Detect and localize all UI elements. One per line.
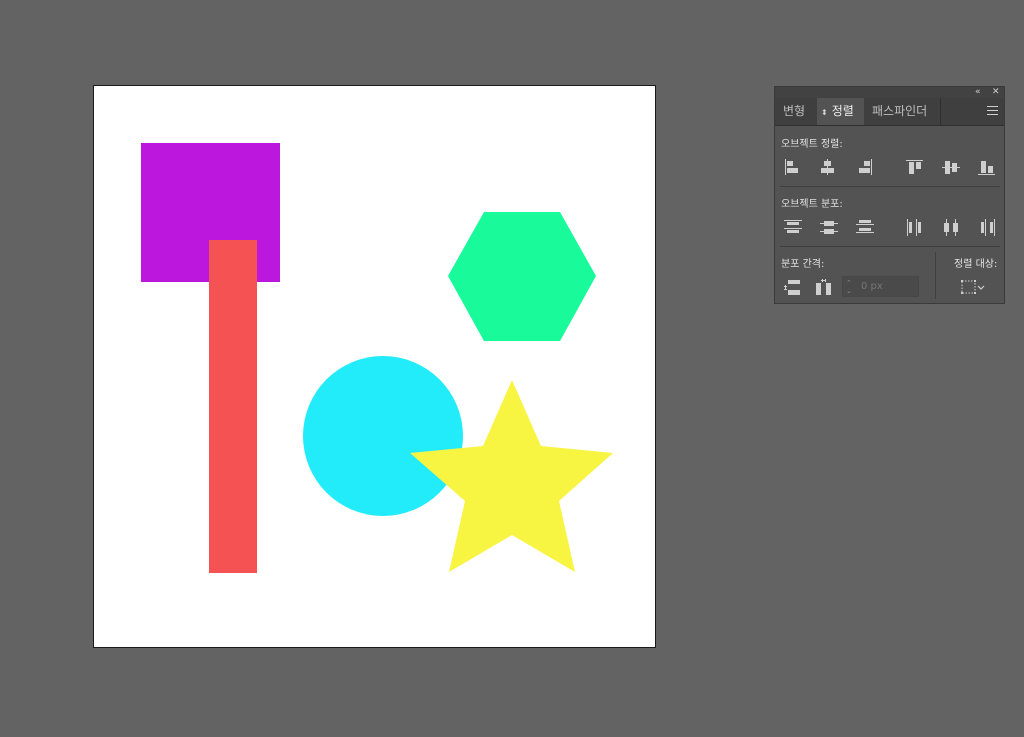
artboard-shapes: [141, 143, 613, 573]
section-divider: [780, 186, 1000, 187]
distribute-left-button[interactable]: [904, 217, 926, 237]
align-panel: « ✕ 변형 ⬍ 정렬 패스파인더 오브젝트 정렬: 오브젝트 분포: 분포 간…: [774, 86, 1005, 304]
align-to-selection-dropdown[interactable]: [959, 277, 987, 297]
horizontal-spacing-icon: [816, 279, 831, 295]
artboard[interactable]: [93, 85, 656, 648]
stepper-arrows-icon[interactable]: ⌃ ⌄: [846, 279, 852, 295]
distribute-bottom-icon: [856, 220, 874, 233]
align-to-selection-icon: [961, 280, 985, 294]
tab-pathfinder[interactable]: 패스파인더: [864, 98, 941, 125]
distribute-bottom-button[interactable]: [854, 217, 876, 237]
align-bottom-button[interactable]: [976, 157, 998, 177]
align-bottom-icon: [978, 161, 995, 175]
close-icon[interactable]: ✕: [992, 87, 1000, 98]
spacing-input[interactable]: [861, 279, 915, 294]
distribute-top-icon: [784, 220, 802, 233]
collapse-icon[interactable]: «: [975, 87, 981, 98]
vertical-spacing-icon: [784, 280, 800, 295]
distribute-vcenter-icon: [820, 221, 838, 234]
align-vcenter-icon: [942, 161, 960, 174]
panel-menu-icon[interactable]: [987, 106, 998, 115]
distribute-hspacing-button[interactable]: [813, 277, 835, 297]
distribute-objects-label: 오브젝트 분포:: [781, 199, 843, 210]
panel-title-bar: « ✕: [775, 87, 1004, 98]
panel-tabs: 변형 ⬍ 정렬 패스파인더: [775, 98, 1004, 126]
distribute-spacing-label: 분포 간격:: [781, 259, 825, 270]
distribute-top-button[interactable]: [782, 217, 804, 237]
distribute-left-icon: [907, 219, 921, 236]
distribute-right-icon: [981, 219, 995, 236]
align-right-icon: [859, 159, 872, 175]
align-left-button[interactable]: [782, 157, 804, 177]
red-bar[interactable]: [209, 240, 257, 573]
section-divider: [780, 246, 1000, 247]
align-to-label: 정렬 대상:: [954, 259, 998, 270]
green-hexagon[interactable]: [448, 212, 596, 341]
align-vcenter-button[interactable]: [940, 157, 962, 177]
align-hcenter-button[interactable]: [817, 157, 839, 177]
align-objects-label: 오브젝트 정렬:: [781, 139, 843, 150]
align-right-button[interactable]: [854, 157, 876, 177]
distribute-vspacing-button[interactable]: [782, 277, 804, 297]
spacing-stepper[interactable]: ⌃ ⌄: [842, 276, 919, 297]
distribute-right-button[interactable]: [976, 217, 998, 237]
align-top-button[interactable]: [904, 157, 926, 177]
tab-transform[interactable]: 변형: [775, 98, 817, 125]
align-hcenter-icon: [821, 159, 834, 175]
section-vdivider: [935, 252, 936, 299]
tab-align-label: 정렬: [831, 104, 854, 118]
distribute-hcenter-icon: [944, 219, 958, 236]
tab-align[interactable]: ⬍ 정렬: [817, 98, 864, 125]
align-top-icon: [906, 160, 923, 174]
cyan-circle[interactable]: [303, 356, 463, 516]
tab-arrows-icon: ⬍: [821, 108, 828, 117]
distribute-vcenter-button[interactable]: [818, 217, 840, 237]
align-left-icon: [785, 159, 798, 175]
distribute-hcenter-button[interactable]: [940, 217, 962, 237]
